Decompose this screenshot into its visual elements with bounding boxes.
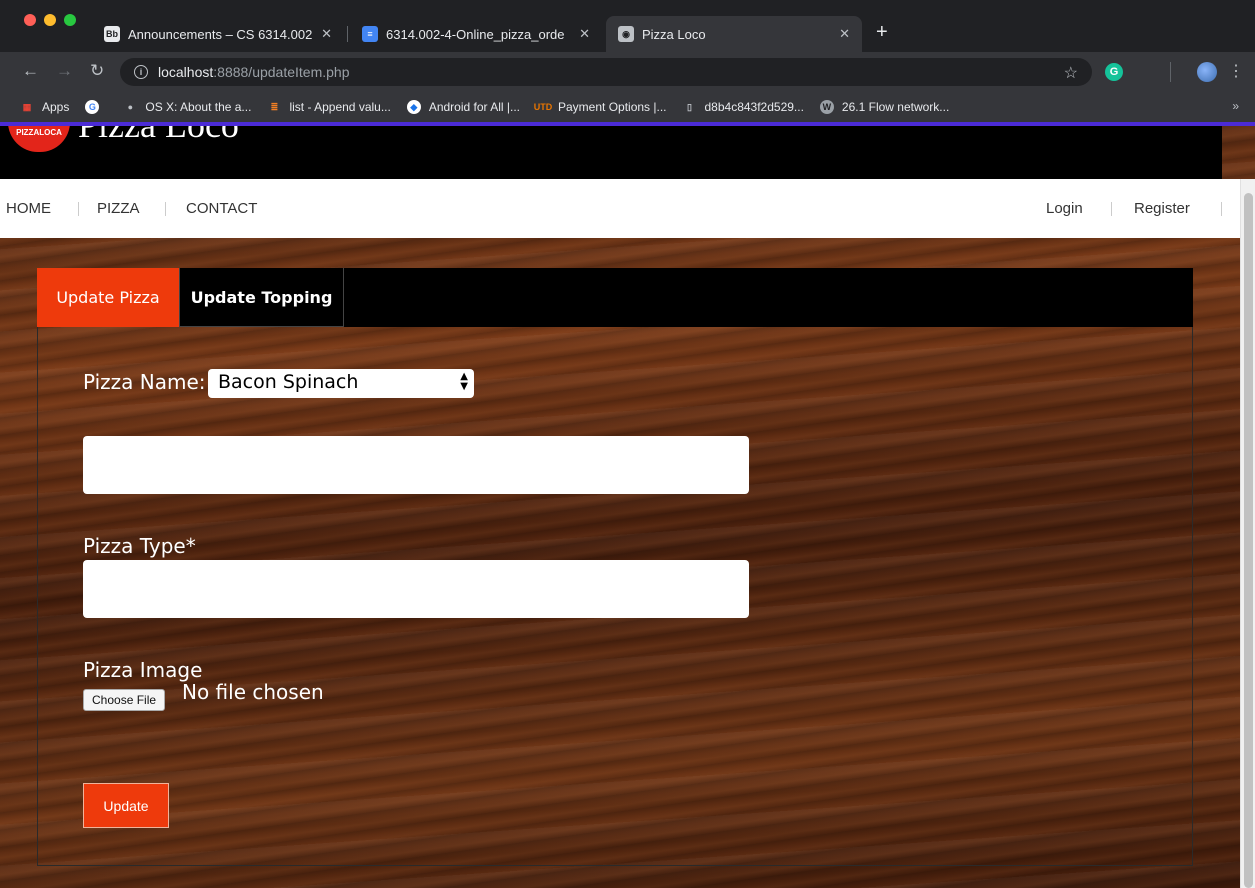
more-bookmarks-chevron-icon[interactable]: » xyxy=(1232,99,1239,113)
pizza-name-selected-value: Bacon Spinach xyxy=(218,371,359,393)
bookmark-label: Android for All |... xyxy=(428,100,520,114)
bookmark-label: Apps xyxy=(42,100,70,114)
tab-title: Announcements – CS 6314.002 xyxy=(128,26,313,42)
close-window-button[interactable] xyxy=(24,14,36,26)
blackboard-icon: Bb xyxy=(104,26,120,42)
apple-icon: ● xyxy=(127,102,134,112)
bookmark-label: d8b4c843f2d529... xyxy=(704,100,804,114)
pizza-image-label: Pizza Image xyxy=(83,658,203,682)
browser-tab-docs[interactable]: ≡ 6314.002-4-Online_pizza_orde ✕ xyxy=(350,16,602,52)
browser-tab-announcements[interactable]: Bb Announcements – CS 6314.002 ✕ xyxy=(92,16,344,52)
nav-divider xyxy=(78,202,79,216)
page-viewport: PIZZALOCA Pizza Loco HOME PIZZA CONTACT … xyxy=(0,126,1255,888)
pizza-name-select[interactable]: Bacon Spinach ▲ ▼ xyxy=(208,369,474,398)
tab-strip: Bb Announcements – CS 6314.002 ✕ ≡ 6314.… xyxy=(0,0,1255,52)
nav-register-link[interactable]: Register xyxy=(1134,200,1190,217)
nav-contact-link[interactable]: CONTACT xyxy=(186,200,257,217)
nav-divider xyxy=(1111,202,1112,216)
grammarly-extension-icon[interactable]: G xyxy=(1105,63,1123,81)
stackoverflow-icon: ≣ xyxy=(270,101,279,112)
tab-divider xyxy=(347,26,348,42)
choose-file-button[interactable]: Choose File xyxy=(83,689,166,711)
bookmark-label: list - Append valu... xyxy=(289,100,391,114)
close-tab-icon[interactable]: ✕ xyxy=(839,26,850,42)
close-tab-icon[interactable]: ✕ xyxy=(321,26,332,42)
site-header: PIZZALOCA Pizza Loco xyxy=(0,126,1222,179)
minimize-window-button[interactable] xyxy=(44,14,56,26)
update-button[interactable]: Update xyxy=(83,783,169,828)
bookmark-apps[interactable]: ▦ Apps xyxy=(20,100,70,114)
tab-title: Pizza Loco xyxy=(642,26,706,42)
reload-icon[interactable]: ↻ xyxy=(90,61,104,81)
site-logo[interactable]: PIZZALOCA xyxy=(8,126,70,152)
nav-home-link[interactable]: HOME xyxy=(6,200,51,217)
bookmark-star-icon[interactable]: ☆ xyxy=(1064,63,1078,83)
close-tab-icon[interactable]: ✕ xyxy=(579,26,590,42)
site-title: Pizza Loco xyxy=(78,126,239,146)
toolbar-divider xyxy=(1170,62,1171,82)
nav-divider xyxy=(165,202,166,216)
url-host: localhost xyxy=(158,64,214,80)
browser-tab-pizza-loco[interactable]: ◉ Pizza Loco ✕ xyxy=(606,16,862,52)
bookmark-label: Payment Options |... xyxy=(558,100,667,114)
bookmark-label: OS X: About the a... xyxy=(145,100,252,114)
w-icon: W xyxy=(819,100,834,114)
bookmark-list-append[interactable]: ≣ list - Append valu... xyxy=(267,100,391,114)
tab-update-topping[interactable]: Update Topping xyxy=(179,268,344,327)
select-arrows-icon: ▲ ▼ xyxy=(460,371,468,392)
back-icon[interactable]: ← xyxy=(22,61,39,81)
docs-icon: ≡ xyxy=(362,26,378,42)
pizza-price-input[interactable] xyxy=(83,436,749,494)
bookmark-d8b4[interactable]: ▯ d8b4c843f2d529... xyxy=(683,100,804,114)
pizza-type-label: Pizza Type* xyxy=(83,534,196,558)
bookmark-google[interactable]: G xyxy=(85,100,107,114)
form-tabs: Update Pizza Update Topping xyxy=(37,268,1193,327)
pizza-name-label: Pizza Name: xyxy=(83,370,206,394)
pizza-icon: ◉ xyxy=(618,26,634,42)
address-bar[interactable]: i localhost:8888/updateItem.php ☆ xyxy=(120,58,1092,86)
nav-pizza-link[interactable]: PIZZA xyxy=(97,200,140,217)
profile-avatar[interactable] xyxy=(1197,62,1217,82)
tab-update-pizza[interactable]: Update Pizza xyxy=(37,268,179,327)
bookmark-payment[interactable]: UTD Payment Options |... xyxy=(533,100,667,114)
bookmarks-bar: ▦ Apps G ● OS X: About the a... ≣ list -… xyxy=(0,92,1255,122)
apps-grid-icon: ▦ xyxy=(22,101,32,112)
google-icon: G xyxy=(85,100,100,114)
browser-window: Bb Announcements – CS 6314.002 ✕ ≡ 6314.… xyxy=(0,0,1255,126)
bookmark-flow-network[interactable]: W 26.1 Flow network... xyxy=(819,100,950,114)
pizza-type-input[interactable] xyxy=(83,560,749,618)
page-scrollbar[interactable] xyxy=(1240,179,1255,888)
info-icon[interactable]: i xyxy=(134,65,148,79)
tab-title: 6314.002-4-Online_pizza_orde xyxy=(386,26,565,42)
bookmark-label: 26.1 Flow network... xyxy=(841,100,950,114)
new-tab-icon[interactable]: + xyxy=(876,22,888,42)
nav-divider xyxy=(1221,202,1222,216)
site-navbar: HOME PIZZA CONTACT Login Register xyxy=(0,179,1240,238)
menu-kebab-icon[interactable]: ⋮ xyxy=(1228,61,1244,81)
maximize-window-button[interactable] xyxy=(64,14,76,26)
android-icon: ◆ xyxy=(406,100,421,114)
bookmark-android[interactable]: ◆ Android for All |... xyxy=(406,100,520,114)
scrollbar-thumb[interactable] xyxy=(1244,193,1253,888)
document-icon: ▯ xyxy=(687,101,692,112)
utd-icon: UTD xyxy=(533,102,553,112)
forward-icon[interactable]: → xyxy=(56,61,73,81)
nav-login-link[interactable]: Login xyxy=(1046,200,1083,217)
file-status-text: No file chosen xyxy=(182,680,324,704)
url-path: :8888/updateItem.php xyxy=(213,64,350,80)
bookmark-osx[interactable]: ● OS X: About the a... xyxy=(123,100,252,114)
